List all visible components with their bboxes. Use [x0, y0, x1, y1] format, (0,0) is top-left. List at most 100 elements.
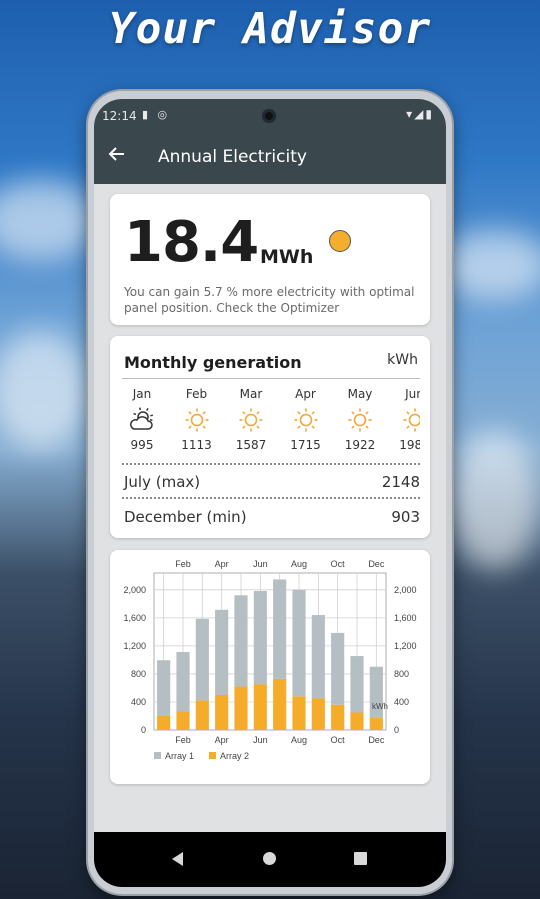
bar-array-1: [234, 595, 248, 687]
bar-array-1: [195, 618, 209, 701]
generation-chart: 0 0 400 400 800 800 1,200 1,200 1,600 1,600 2,000 2…: [123, 559, 417, 761]
bar-array-1: [292, 589, 306, 697]
sun-icon: [278, 407, 334, 435]
nav-back-icon[interactable]: [172, 852, 183, 866]
nav-home-icon[interactable]: [263, 852, 276, 865]
bar-array-1: [157, 660, 171, 716]
legend-swatch: [209, 752, 216, 759]
app-bar: Annual Electricity: [94, 131, 446, 184]
bar-array-2: [273, 678, 287, 730]
bar-array-2: [176, 711, 190, 730]
monthly-unit: kWh: [387, 352, 418, 368]
legend-label: Array 2: [220, 751, 249, 761]
bar-array-2: [369, 718, 383, 730]
monthly-generation-card[interactable]: Monthly generation kWh Jan 995 Feb 1113 Mar 1…: [110, 336, 430, 538]
divider: [122, 378, 420, 379]
x-tick-label-top: Jun: [253, 559, 268, 569]
month-item: Mar 1587: [223, 384, 279, 452]
min-value: 903: [391, 508, 420, 526]
min-row: December (min) 903: [124, 508, 420, 526]
month-value: 995: [130, 438, 154, 452]
y-tick-label-left: 2,000: [123, 585, 146, 595]
max-row: July (max) 2148: [124, 473, 420, 491]
max-value: 2148: [381, 473, 420, 491]
background-cloud: [450, 430, 540, 570]
months-strip[interactable]: Jan 995 Feb 1113 Mar 1587 Apr 1715 May 1922 Jun 198…: [110, 384, 420, 464]
bar-array-1: [350, 656, 364, 713]
sun-indicator-icon: [329, 230, 351, 252]
navigation-bar: [94, 832, 446, 887]
nav-recent-icon[interactable]: [354, 852, 367, 865]
bar-array-1: [215, 609, 229, 695]
notification-icons: ▮ ◎: [142, 108, 171, 121]
y-tick-label-right: 800: [394, 669, 409, 679]
signal-battery-icons: ▾◢▮: [406, 107, 434, 121]
bar-array-2: [331, 704, 345, 730]
y-tick-label-right: 0: [394, 725, 399, 735]
y-tick-label-left: 800: [131, 669, 146, 679]
bar-array-1: [273, 579, 287, 679]
bar-array-1: [176, 651, 190, 712]
x-tick-label-bottom: Aug: [291, 735, 307, 745]
y-tick-label-left: 400: [131, 697, 146, 707]
y-tick-label-left: 1,200: [123, 641, 146, 651]
bar-array-1: [311, 615, 325, 699]
bar-array-1: [331, 632, 345, 705]
background-cloud: [0, 180, 100, 260]
sun-icon: [223, 407, 279, 435]
annual-summary-card[interactable]: 18.4 MWh You can gain 5.7 % more electri…: [110, 194, 430, 325]
x-tick-label-top: Aug: [291, 559, 307, 569]
sun-icon: [169, 407, 225, 435]
month-name: May: [347, 387, 373, 401]
banner-title: Your Advisor: [108, 4, 432, 54]
bar-array-2: [292, 696, 306, 730]
month-item: Feb 1113: [169, 384, 225, 452]
bar-array-2: [253, 684, 267, 730]
optimizer-note: You can gain 5.7 % more electricity with…: [124, 285, 415, 315]
x-tick-label-bottom: Jun: [253, 735, 268, 745]
y-tick-label-right: 2,000: [394, 585, 417, 595]
bar-array-2: [311, 698, 325, 730]
min-label: December (min): [124, 508, 247, 526]
x-tick-label-bottom: Dec: [368, 735, 385, 745]
month-item: Apr 1715: [278, 384, 334, 452]
bar-array-2: [195, 700, 209, 730]
arrow-back-icon[interactable]: [108, 144, 126, 168]
status-bar: 12:14 ▮ ◎ ▾◢▮: [94, 99, 446, 131]
bar-array-1: [253, 591, 267, 685]
monthly-title: Monthly generation: [124, 353, 302, 372]
x-tick-label-bottom: Feb: [175, 735, 191, 745]
month-value: 1715: [290, 438, 321, 452]
y-tick-label-right: 1,200: [394, 641, 417, 651]
month-item: Jun 1983: [387, 384, 420, 452]
month-value: 1113: [181, 438, 212, 452]
month-name: Jun: [405, 387, 420, 401]
y-tick-label-right: 400: [394, 697, 409, 707]
month-item: Jan 995: [114, 384, 170, 452]
bar-array-2: [215, 694, 229, 730]
max-label: July (max): [124, 473, 201, 491]
month-name: Apr: [295, 387, 316, 401]
x-tick-label-bottom: Apr: [215, 735, 229, 745]
dotted-divider: [122, 497, 420, 499]
bar-array-2: [157, 715, 171, 730]
page-title: Annual Electricity: [158, 147, 307, 167]
sun-icon: [332, 407, 388, 435]
x-tick-label-top: Apr: [215, 559, 229, 569]
x-tick-label-top: Dec: [368, 559, 385, 569]
annual-value: 18.4: [124, 210, 259, 275]
annual-unit: MWh: [260, 246, 314, 268]
month-name: Mar: [239, 387, 263, 401]
month-value: 1922: [344, 438, 376, 452]
chart-card[interactable]: 0 0 400 400 800 800 1,200 1,200 1,600 1,600 2,000 2…: [110, 550, 430, 784]
month-name: Jan: [132, 387, 152, 401]
bar-array-2: [234, 686, 248, 730]
camera-icon: [262, 109, 276, 123]
background-cloud: [440, 230, 540, 300]
x-tick-label-bottom: Oct: [331, 735, 346, 745]
sun-icon: [387, 407, 420, 435]
partly-cloudy-icon: [114, 407, 170, 435]
y-tick-label-left: 1,600: [123, 613, 146, 623]
y-axis-unit-label: kWh: [372, 702, 388, 711]
bar-array-2: [350, 712, 364, 730]
